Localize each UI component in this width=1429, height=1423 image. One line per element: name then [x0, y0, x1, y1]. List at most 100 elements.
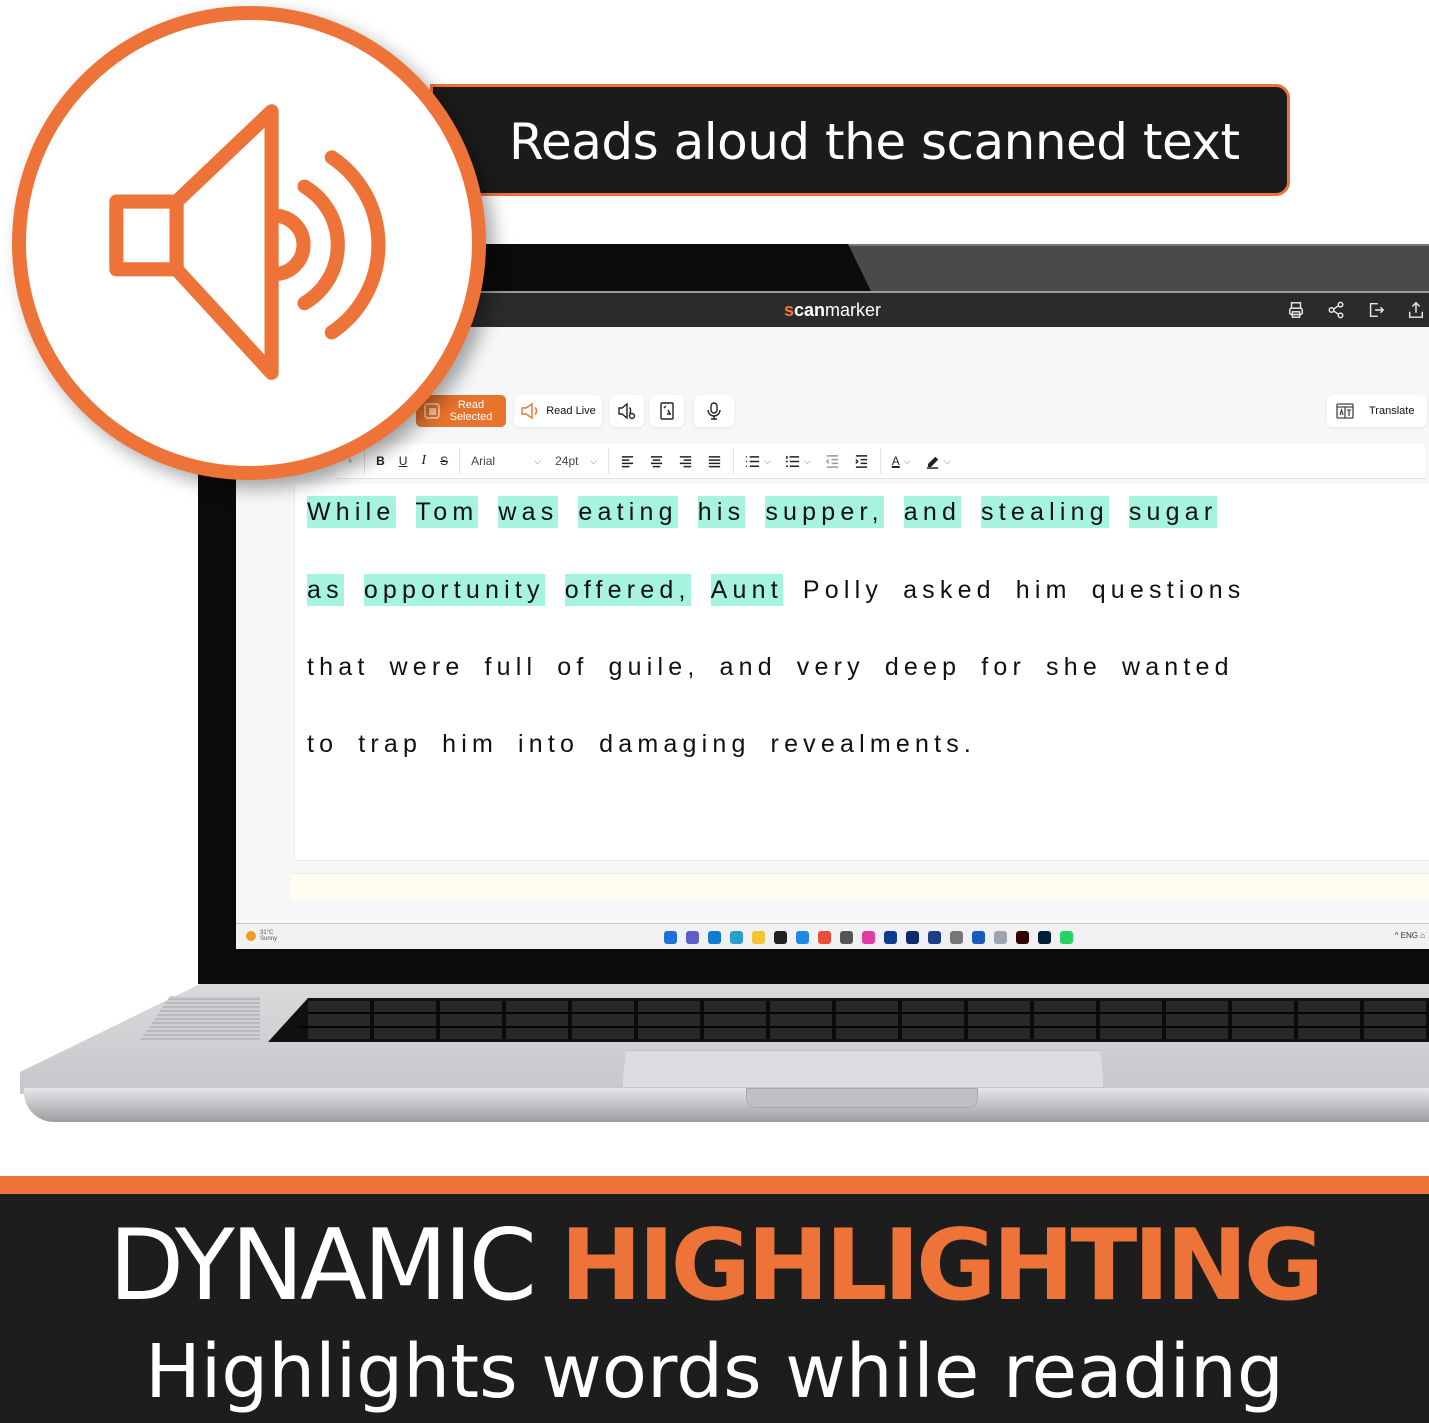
- highlighted-word[interactable]: Tom: [415, 496, 479, 528]
- outdent-icon: [825, 454, 838, 468]
- word[interactable]: full: [485, 651, 538, 683]
- word[interactable]: she: [1046, 651, 1102, 683]
- taskbar-app-icon[interactable]: [686, 931, 699, 944]
- bullet-list-button[interactable]: ⌵: [738, 444, 778, 478]
- taskbar-app-icon[interactable]: [950, 931, 963, 944]
- highlighted-word[interactable]: as: [307, 574, 344, 606]
- highlighted-word[interactable]: and: [903, 496, 962, 528]
- taskbar-apps: [664, 931, 1073, 944]
- taskbar-app-icon[interactable]: [928, 931, 941, 944]
- lid-glare: [848, 244, 1429, 294]
- windows-taskbar: 31°C Sunny ^ ENG ⌂: [236, 923, 1429, 949]
- accent-stripe: [0, 1176, 1429, 1194]
- text-color-button[interactable]: A ⌵: [885, 444, 918, 478]
- word[interactable]: guile,: [609, 651, 700, 683]
- align-center-button[interactable]: [642, 444, 671, 478]
- taskbar-app-icon[interactable]: [1016, 931, 1029, 944]
- word[interactable]: trap: [358, 728, 422, 760]
- taskbar-app-icon[interactable]: [708, 931, 721, 944]
- highlighted-word[interactable]: eating: [578, 496, 678, 528]
- translate-icon: [1336, 403, 1354, 419]
- export-icon[interactable]: [1367, 301, 1385, 319]
- highlighted-word[interactable]: Aunt: [710, 574, 783, 606]
- speaker-grille: [140, 996, 260, 1040]
- voice-settings-icon: [618, 402, 636, 420]
- taskbar-app-icon[interactable]: [752, 931, 765, 944]
- voice-settings-button[interactable]: [610, 395, 644, 427]
- share-icon[interactable]: [1327, 301, 1345, 319]
- numbered-list-icon: [785, 455, 799, 467]
- word[interactable]: were: [390, 651, 465, 683]
- word[interactable]: into: [518, 728, 579, 760]
- taskbar-app-icon[interactable]: [884, 931, 897, 944]
- word[interactable]: questions: [1092, 574, 1246, 606]
- printer-icon[interactable]: [1287, 301, 1305, 319]
- highlighted-word[interactable]: was: [498, 496, 559, 528]
- word[interactable]: wanted: [1122, 651, 1234, 683]
- word[interactable]: Polly: [803, 574, 883, 606]
- highlighted-word[interactable]: sugar: [1128, 496, 1218, 528]
- highlighted-word[interactable]: stealing: [981, 496, 1109, 528]
- bullet-list-icon: [746, 455, 760, 467]
- word[interactable]: damaging: [599, 728, 750, 760]
- highlighted-word[interactable]: While: [307, 496, 396, 528]
- word[interactable]: to: [307, 728, 338, 760]
- word[interactable]: and: [719, 651, 776, 683]
- taskbar-app-icon[interactable]: [994, 931, 1007, 944]
- word[interactable]: of: [557, 651, 588, 683]
- word[interactable]: him: [1016, 574, 1072, 606]
- headline-band: DYNAMIC HIGHLIGHTING Highlights words wh…: [0, 1194, 1429, 1423]
- word[interactable]: for: [981, 651, 1026, 683]
- outdent-button[interactable]: [818, 444, 847, 478]
- word[interactable]: revealments.: [771, 728, 977, 760]
- taskbar-app-icon[interactable]: [730, 931, 743, 944]
- chevron-down-icon: ⌵: [764, 455, 771, 466]
- highlighted-word[interactable]: offered,: [564, 574, 691, 606]
- taskbar-app-icon[interactable]: [840, 931, 853, 944]
- read-live-button[interactable]: Read Live: [514, 395, 602, 427]
- word[interactable]: deep: [885, 651, 961, 683]
- system-tray[interactable]: ^ ENG ⌂: [1395, 931, 1425, 940]
- document-editor[interactable]: While Tom was eating his supper, and stealing su…: [294, 484, 1429, 861]
- highlighted-word[interactable]: opportunity: [363, 574, 545, 606]
- taskbar-app-icon[interactable]: [1038, 931, 1051, 944]
- justify-button[interactable]: [700, 444, 729, 478]
- text-line: as opportunity offered, Aunt Polly asked him qu…: [307, 574, 1266, 606]
- taskbar-app-icon[interactable]: [906, 931, 919, 944]
- app-logo: scanmarker: [783, 299, 882, 320]
- highlighter-icon: [926, 456, 938, 469]
- taskbar-app-icon[interactable]: [1060, 931, 1073, 944]
- divider: [608, 448, 610, 474]
- trackpad: [622, 1050, 1104, 1088]
- taskbar-app-icon[interactable]: [972, 931, 985, 944]
- word[interactable]: very: [797, 651, 865, 683]
- indent-icon: [855, 454, 867, 468]
- taskbar-app-icon[interactable]: [862, 931, 875, 944]
- feature-banner: Reads aloud the scanned text: [430, 84, 1290, 196]
- highlight-color-button[interactable]: ⌵: [918, 444, 958, 478]
- highlighted-word[interactable]: supper,: [765, 496, 884, 528]
- microphone-button[interactable]: [694, 395, 734, 427]
- word[interactable]: that: [307, 651, 370, 683]
- highlighted-word[interactable]: his: [697, 496, 746, 528]
- font-size-select[interactable]: 24pt ⌵: [548, 444, 604, 478]
- taskbar-app-icon[interactable]: [774, 931, 787, 944]
- text-line: to trap him into damaging revealments.: [307, 730, 996, 759]
- weather-widget[interactable]: 31°C Sunny: [246, 930, 277, 942]
- translate-button[interactable]: Translate: [1327, 395, 1427, 427]
- taskbar-app-icon[interactable]: [818, 931, 831, 944]
- align-right-button[interactable]: [671, 444, 700, 478]
- font-family-select[interactable]: Arial ⌵: [464, 444, 548, 478]
- word[interactable]: asked: [903, 574, 996, 606]
- dictionary-button[interactable]: [650, 395, 684, 427]
- upload-icon[interactable]: [1407, 301, 1425, 319]
- sun-icon: [246, 931, 256, 941]
- taskbar-app-icon[interactable]: [664, 931, 677, 944]
- numbered-list-button[interactable]: ⌵: [778, 444, 818, 478]
- taskbar-app-icon[interactable]: [796, 931, 809, 944]
- indent-button[interactable]: [847, 444, 876, 478]
- status-strip: [290, 873, 1429, 900]
- align-left-button[interactable]: [613, 444, 642, 478]
- divider: [733, 448, 735, 474]
- word[interactable]: him: [442, 728, 498, 760]
